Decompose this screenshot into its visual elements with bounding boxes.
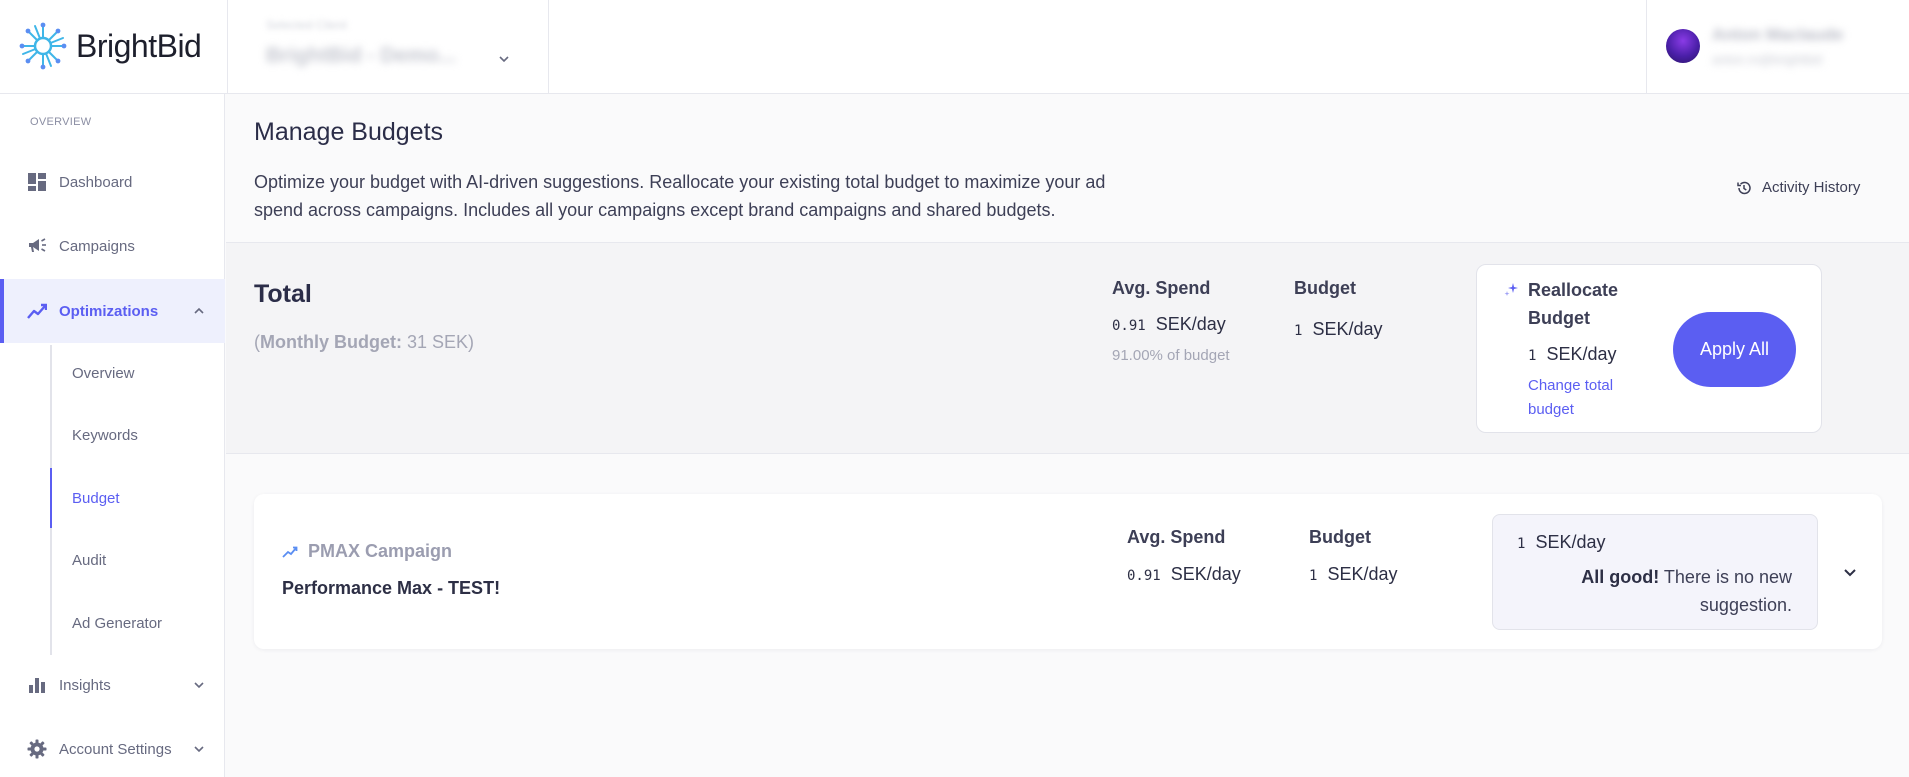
sidebar-item-account-settings[interactable]: Account Settings: [0, 725, 225, 773]
sidebar-item-label: Dashboard: [59, 173, 133, 191]
monthly-budget-label: Monthly Budget:: [260, 332, 402, 352]
reallocate-value: 1 SEK/day: [1528, 344, 1616, 365]
sidebar: OVERVIEW Dashboard Campaigns Optimizatio…: [0, 94, 225, 777]
gear-icon: [27, 739, 47, 759]
submenu-item-keywords[interactable]: Keywords: [72, 427, 138, 444]
monthly-budget-value: 31 SEK: [407, 332, 469, 352]
top-header: BrightBid Selected Client BrightBid - De…: [0, 0, 1909, 94]
activity-history-label: Activity History: [1762, 179, 1861, 196]
sidebar-item-dashboard[interactable]: Dashboard: [0, 158, 225, 206]
page-description: Optimize your budget with AI-driven sugg…: [254, 172, 1106, 220]
sidebar-item-label: Insights: [59, 676, 111, 694]
submenu-item-budget[interactable]: Budget: [72, 490, 120, 507]
campaign-avg-spend-number: 0.91: [1127, 568, 1161, 584]
sidebar-item-optimizations[interactable]: Optimizations: [0, 279, 225, 343]
divider: [227, 0, 228, 94]
chevron-down-icon: [194, 682, 204, 689]
page-title: Manage Budgets: [254, 118, 444, 146]
campaign-avg-spend-unit: SEK/day: [1170, 564, 1241, 584]
brightbid-logo-icon: [19, 22, 67, 70]
campaign-budget-unit: SEK/day: [1327, 564, 1398, 584]
campaign-type-label: PMAX Campaign: [308, 541, 453, 561]
suggested-value: 1 SEK/day: [1517, 532, 1605, 553]
activity-history-button[interactable]: Activity History: [1736, 179, 1860, 196]
brand-name: BrightBid: [76, 27, 202, 64]
budget-unit: SEK/day: [1312, 319, 1383, 339]
avg-spend-unit: SEK/day: [1155, 314, 1226, 334]
chevron-down-icon: [194, 746, 204, 753]
suggestion-status-text: There is no new suggestion.: [1663, 567, 1792, 615]
submenu-item-overview[interactable]: Overview: [72, 365, 135, 382]
monthly-budget: (Monthly Budget: 31 SEK): [254, 332, 475, 352]
budget-number: 1: [1294, 323, 1303, 339]
chevron-down-icon: [499, 56, 509, 63]
campaign-budget-number: 1: [1309, 568, 1318, 584]
percent-of-budget: 91.00% of budget: [1112, 347, 1230, 364]
bar-chart-icon: [27, 675, 47, 695]
megaphone-icon: [27, 236, 47, 256]
reallocate-title: Reallocate Budget: [1528, 280, 1619, 328]
user-name: Anton Maclaude: [1712, 25, 1844, 44]
suggested-unit: SEK/day: [1535, 532, 1606, 552]
avg-spend-number: 0.91: [1112, 318, 1146, 334]
account-label: Selected Client: [266, 18, 347, 32]
campaign-type: PMAX Campaign: [282, 541, 452, 562]
suggested-number: 1: [1517, 536, 1526, 552]
avg-spend-value: 0.91 SEK/day: [1112, 314, 1226, 335]
campaign-name: Performance Max - TEST!: [282, 578, 501, 598]
apply-all-label: Apply All: [1699, 339, 1770, 359]
submenu-item-ad-generator[interactable]: Ad Generator: [72, 615, 162, 632]
account-value: BrightBid - Demo...: [266, 44, 457, 67]
avatar[interactable]: [1666, 29, 1700, 63]
reallocate-unit: SEK/day: [1546, 344, 1617, 364]
budget-header: Budget: [1294, 278, 1356, 298]
user-email: anton.m@brightbid: [1712, 52, 1823, 67]
sidebar-item-campaigns[interactable]: Campaigns: [0, 222, 225, 270]
campaign-avg-spend-header: Avg. Spend: [1127, 527, 1226, 547]
campaign-budget-value: 1 SEK/day: [1309, 564, 1397, 585]
campaign-budget-header: Budget: [1309, 527, 1371, 547]
account-selector[interactable]: Selected Client BrightBid - Demo...: [266, 18, 511, 78]
apply-all-button[interactable]: Apply All: [1673, 312, 1796, 387]
trend-icon: [27, 301, 47, 321]
submenu-item-audit[interactable]: Audit: [72, 552, 106, 569]
sidebar-item-label: Campaigns: [59, 237, 135, 255]
suggestion-status-bold: All good!: [1581, 567, 1660, 587]
brand-logo[interactable]: BrightBid: [18, 18, 202, 74]
sidebar-section-label: OVERVIEW: [30, 116, 92, 128]
avg-spend-header: Avg. Spend: [1112, 278, 1211, 298]
divider: [1646, 0, 1647, 94]
change-total-budget-link[interactable]: Change total budget: [1528, 374, 1638, 422]
divider: [548, 0, 549, 94]
sparkle-icon: [1504, 283, 1518, 296]
chevron-up-icon: [194, 307, 204, 314]
sidebar-item-label: Optimizations: [59, 302, 159, 320]
total-title: Total: [254, 280, 312, 308]
sidebar-item-label: Account Settings: [59, 740, 172, 758]
campaign-avg-spend-value: 0.91 SEK/day: [1127, 564, 1241, 585]
budget-value: 1 SEK/day: [1294, 319, 1382, 340]
submenu-active-indicator: [50, 468, 52, 528]
sidebar-item-insights[interactable]: Insights: [0, 661, 225, 709]
suggestion-status: All good! There is no new suggestion.: [1560, 563, 1792, 619]
chevron-down-icon[interactable]: [1842, 564, 1858, 580]
dashboard-icon: [27, 172, 47, 192]
history-icon: [1737, 181, 1751, 194]
trend-icon: [282, 546, 298, 558]
reallocate-number: 1: [1528, 348, 1537, 364]
